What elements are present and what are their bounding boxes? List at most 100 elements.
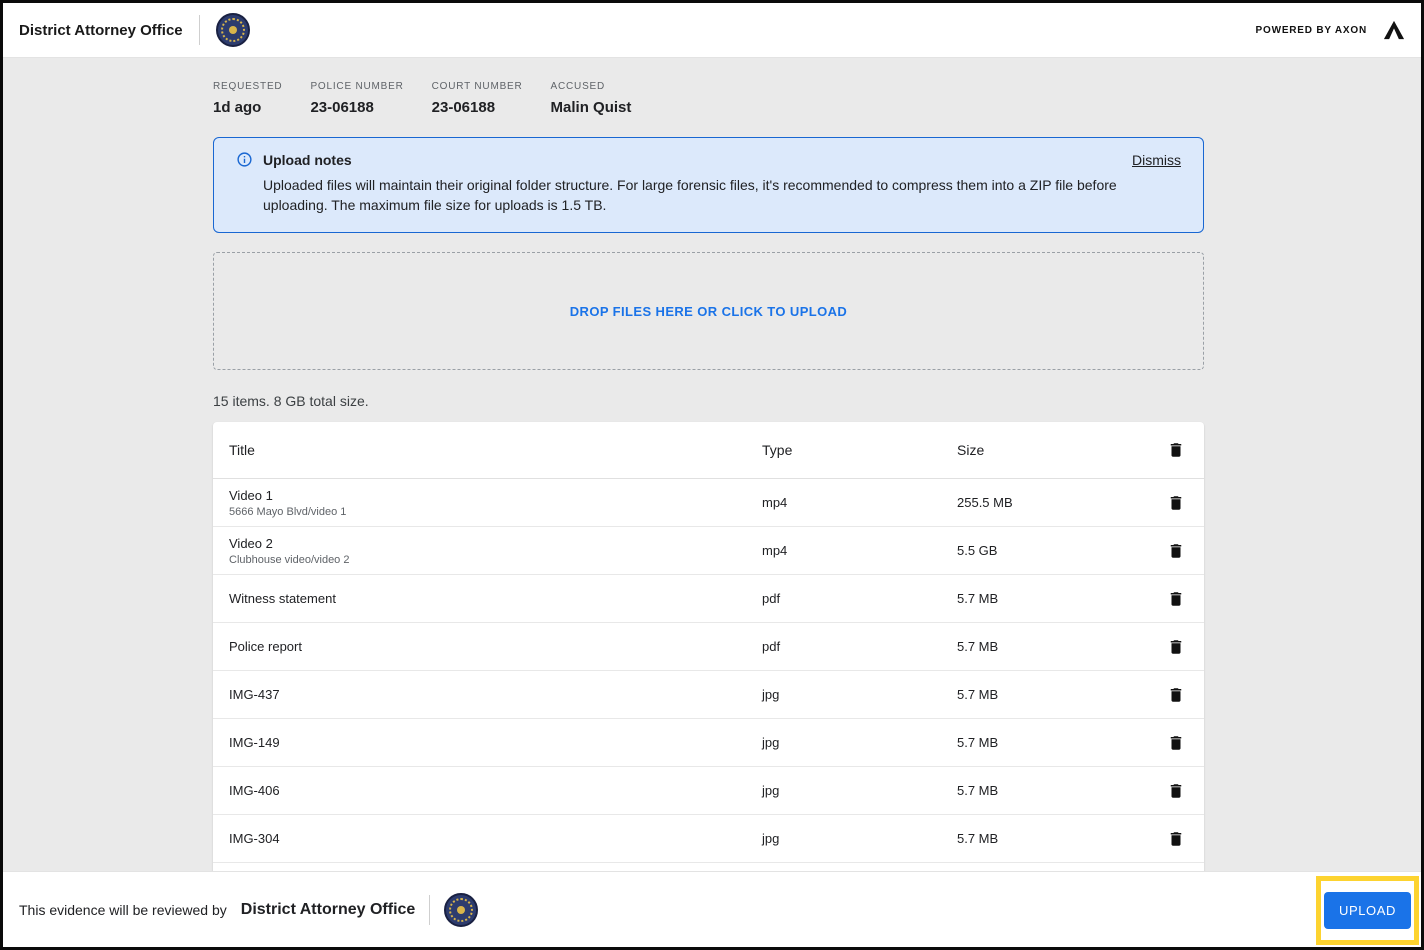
file-size: 5.7 MB: [957, 639, 1148, 654]
delete-file-button[interactable]: [1156, 531, 1196, 571]
file-title: Witness statement: [229, 591, 762, 606]
file-type: jpg: [762, 687, 957, 702]
upload-button[interactable]: UPLOAD: [1324, 892, 1411, 929]
upload-notes-header: Upload notes Dismiss: [236, 151, 1181, 168]
file-title-cell: Witness statement: [229, 591, 762, 606]
footer-org-name: District Attorney Office: [241, 901, 416, 919]
delete-file-button[interactable]: [1156, 723, 1196, 763]
trash-icon: [1167, 830, 1185, 848]
meta-label: ACCUSED: [551, 81, 632, 92]
trash-icon: [1167, 494, 1185, 512]
dismiss-link[interactable]: Dismiss: [1132, 152, 1181, 168]
file-size: 255.5 MB: [957, 495, 1148, 510]
file-type: pdf: [762, 639, 957, 654]
files-table-card: Title Type Size Video 1 5666 Mayo Blvd/v…: [213, 422, 1204, 871]
file-title: IMG-304: [229, 831, 762, 846]
page: District Attorney Office POWERED BY AXON…: [0, 0, 1424, 950]
file-size: 5.5 GB: [957, 543, 1148, 558]
file-title-cell: IMG-304: [229, 831, 762, 846]
file-title-cell: Video 2 Clubhouse video/video 2: [229, 536, 762, 566]
table-row: IMG-406 jpg 5.7 MB: [213, 767, 1204, 815]
column-header-title: Title: [229, 442, 762, 458]
info-icon: [236, 151, 253, 168]
topbar-divider: [199, 15, 200, 45]
table-row: Video 1 5666 Mayo Blvd/video 1 mp4 255.5…: [213, 479, 1204, 527]
trash-icon: [1167, 734, 1185, 752]
table-row: IMG-437 jpg 5.7 MB: [213, 671, 1204, 719]
file-title-cell: Video 1 5666 Mayo Blvd/video 1: [229, 488, 762, 518]
meta-accused: ACCUSED Malin Quist: [551, 81, 632, 116]
delete-file-button[interactable]: [1156, 483, 1196, 523]
axon-logo-icon: [1383, 19, 1405, 41]
file-type: pdf: [762, 591, 957, 606]
dropzone-label: DROP FILES HERE OR CLICK TO UPLOAD: [570, 304, 847, 319]
file-title: Police report: [229, 639, 762, 654]
file-title: Video 2: [229, 536, 762, 551]
bottom-bar: This evidence will be reviewed by Distri…: [3, 871, 1421, 947]
delete-file-button[interactable]: [1156, 627, 1196, 667]
delete-file-button[interactable]: [1156, 675, 1196, 715]
table-row: IMG-304 jpg 5.7 MB: [213, 815, 1204, 863]
column-header-size: Size: [957, 442, 1148, 458]
table-row: IMG-149 jpg 5.7 MB: [213, 719, 1204, 767]
meta-value: Malin Quist: [551, 99, 632, 116]
trash-icon: [1167, 542, 1185, 560]
upload-notes-title: Upload notes: [263, 152, 352, 168]
file-title: IMG-437: [229, 687, 762, 702]
review-text: This evidence will be reviewed by: [19, 902, 227, 918]
da-seal-logo-icon: [216, 13, 250, 47]
file-title: Video 1: [229, 488, 762, 503]
trash-icon: [1167, 441, 1185, 459]
trash-icon: [1167, 638, 1185, 656]
file-title-cell: IMG-437: [229, 687, 762, 702]
file-title: IMG-406: [229, 783, 762, 798]
file-size: 5.7 MB: [957, 831, 1148, 846]
file-type: jpg: [762, 735, 957, 750]
file-dropzone[interactable]: DROP FILES HERE OR CLICK TO UPLOAD: [213, 252, 1204, 370]
upload-button-highlight: UPLOAD: [1316, 876, 1419, 945]
file-type: mp4: [762, 495, 957, 510]
delete-file-button[interactable]: [1156, 819, 1196, 859]
file-type: mp4: [762, 543, 957, 558]
trash-icon: [1167, 590, 1185, 608]
meta-value: 23-06188: [310, 99, 403, 116]
powered-by-label: POWERED BY AXON: [1256, 25, 1367, 36]
table-row: Video 2 Clubhouse video/video 2 mp4 5.5 …: [213, 527, 1204, 575]
file-title-cell: IMG-149: [229, 735, 762, 750]
meta-court-number: COURT NUMBER 23-06188: [432, 81, 523, 116]
delete-file-button[interactable]: [1156, 579, 1196, 619]
meta-label: REQUESTED: [213, 81, 282, 92]
footer-divider: [429, 895, 430, 925]
column-header-type: Type: [762, 442, 957, 458]
org-title: District Attorney Office: [19, 22, 183, 39]
file-title-cell: IMG-406: [229, 783, 762, 798]
content-column: REQUESTED 1d ago POLICE NUMBER 23-06188 …: [213, 81, 1204, 871]
table-row: Police report pdf 5.7 MB: [213, 623, 1204, 671]
upload-notes-banner: Upload notes Dismiss Uploaded files will…: [213, 137, 1204, 233]
file-size: 5.7 MB: [957, 687, 1148, 702]
trash-icon: [1167, 686, 1185, 704]
file-size: 5.7 MB: [957, 783, 1148, 798]
meta-police-number: POLICE NUMBER 23-06188: [310, 81, 403, 116]
meta-value: 23-06188: [432, 99, 523, 116]
trash-icon: [1167, 782, 1185, 800]
meta-label: COURT NUMBER: [432, 81, 523, 92]
delete-file-button[interactable]: [1156, 771, 1196, 811]
meta-value: 1d ago: [213, 99, 282, 116]
file-size: 5.7 MB: [957, 735, 1148, 750]
table-row: Witness statement pdf 5.7 MB: [213, 575, 1204, 623]
file-path: Clubhouse video/video 2: [229, 554, 762, 566]
file-path: 5666 Mayo Blvd/video 1: [229, 506, 762, 518]
file-title-cell: Police report: [229, 639, 762, 654]
file-title: IMG-149: [229, 735, 762, 750]
da-seal-logo-icon: [444, 893, 478, 927]
meta-requested: REQUESTED 1d ago: [213, 81, 282, 116]
file-type: jpg: [762, 783, 957, 798]
file-size: 5.7 MB: [957, 591, 1148, 606]
delete-all-button[interactable]: [1156, 430, 1196, 470]
top-bar: District Attorney Office POWERED BY AXON: [3, 3, 1421, 58]
table-header-row: Title Type Size: [213, 422, 1204, 479]
main-area: REQUESTED 1d ago POLICE NUMBER 23-06188 …: [3, 58, 1421, 871]
items-summary: 15 items. 8 GB total size.: [213, 393, 1204, 409]
upload-notes-body: Uploaded files will maintain their origi…: [263, 175, 1181, 215]
